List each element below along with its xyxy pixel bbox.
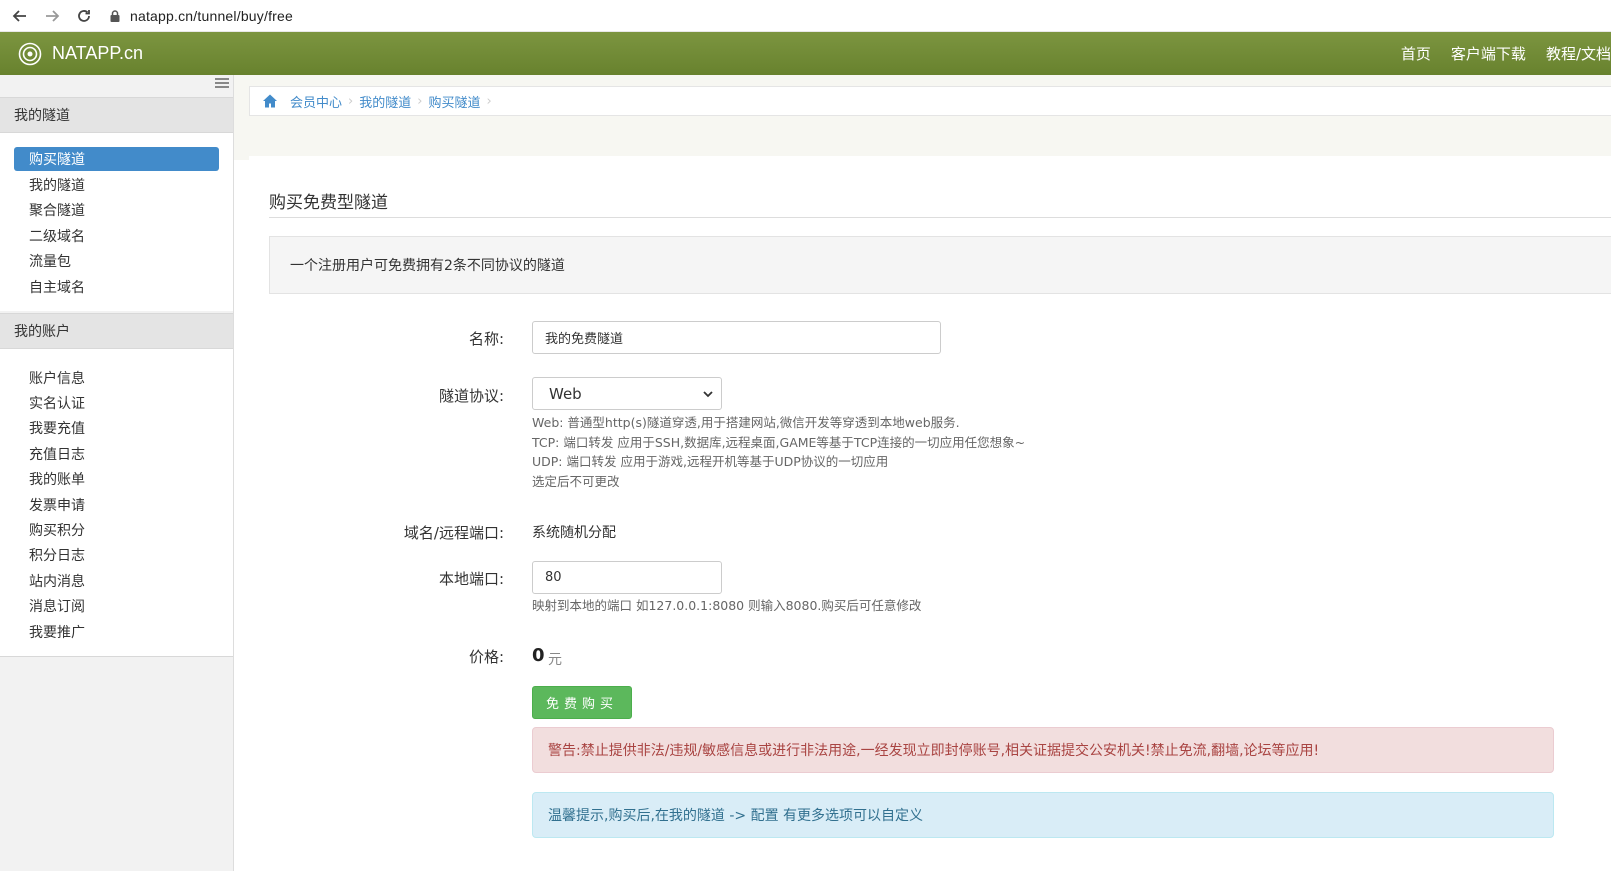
sidebar-item-subscriptions[interactable]: 消息订阅 [14, 594, 219, 619]
chevron-down-icon [703, 391, 713, 398]
breadcrumb-buy-tunnel[interactable]: 购买隧道 [422, 92, 486, 111]
protocol-select[interactable]: Web [532, 377, 722, 410]
reload-icon [78, 9, 90, 22]
nav-link-download[interactable]: 客户端下载 [1451, 43, 1526, 64]
sidebar-item-points-log[interactable]: 积分日志 [14, 543, 219, 568]
brand-link[interactable]: NATAPP.cn [18, 42, 143, 66]
help-line-tcp: TCP: 端口转发 应用于SSH,数据库,远程桌面,GAME等基于TCP连接的一… [532, 434, 1026, 450]
sidebar-item-buy-points[interactable]: 购买积分 [14, 517, 219, 542]
sidebar-section-title: 我的隧道 [0, 97, 233, 133]
lock-icon [110, 9, 120, 22]
price-value: 0 [532, 645, 545, 666]
price-unit: 元 [548, 652, 562, 668]
sidebar-item-my-tunnels[interactable]: 我的隧道 [14, 172, 219, 197]
tip-alert: 温馨提示,购买后,在我的隧道 -> 配置 有更多选项可以自定义 [532, 792, 1554, 838]
breadcrumb-member-center[interactable]: 会员中心 [284, 92, 348, 111]
local-port-input[interactable] [532, 561, 722, 594]
sidebar-list: 账户信息 实名认证 我要充值 充值日志 我的账单 发票申请 购买积分 积分日志 … [0, 349, 233, 657]
sidebar-section-tunnels: 我的隧道 购买隧道 我的隧道 聚合隧道 二级域名 流量包 自主域名 [0, 97, 233, 312]
protocol-label: 隧道协议: [438, 387, 504, 405]
arrow-left-icon [12, 9, 26, 22]
local-port-label: 本地端口: [438, 570, 504, 588]
breadcrumb: 会员中心 › 我的隧道 › 购买隧道 › [249, 86, 1611, 116]
free-buy-button[interactable]: 免费购买 [532, 686, 632, 719]
sidebar-divider [0, 656, 233, 657]
sidebar-item-invoice[interactable]: 发票申请 [14, 492, 219, 517]
address-bar[interactable]: natapp.cn/tunnel/buy/free [108, 3, 293, 29]
warning-alert: 警告:禁止提供非法/违规/敏感信息或进行非法用途,一经发现立即封停账号,相关证据… [532, 727, 1554, 773]
port-help: 映射到本地的端口 如127.0.0.1:8080 则输入8080.购买后可任意修… [532, 598, 922, 613]
intro-well: 一个注册用户可免费拥有2条不同协议的隧道 [269, 236, 1611, 294]
forward-button[interactable] [36, 2, 68, 30]
sidebar-item-recharge[interactable]: 我要充值 [14, 416, 219, 441]
logo-icon [18, 42, 42, 65]
title-divider [269, 217, 1611, 218]
name-label: 名称: [468, 330, 504, 348]
sidebar-item-subdomains[interactable]: 二级域名 [14, 223, 219, 248]
sidebar-item-recharge-log[interactable]: 充值日志 [14, 441, 219, 466]
nav-link-docs[interactable]: 教程/文档 [1546, 43, 1611, 64]
sidebar-section-account: 我的账户 账户信息 实名认证 我要充值 充值日志 我的账单 发票申请 购买积分 … [0, 313, 233, 657]
site-header: NATAPP.cn 首页 客户端下载 教程/文档 [0, 32, 1611, 75]
top-nav-links: 首页 客户端下载 教程/文档 [1381, 32, 1611, 75]
help-line-udp: UDP: 端口转发 应用于游戏,远程开机等基于UDP协议的一切应用 [532, 454, 889, 469]
menu-collapse-icon[interactable] [215, 77, 229, 89]
help-line-note: 选定后不可更改 [532, 473, 620, 489]
sidebar-item-messages[interactable]: 站内消息 [14, 568, 219, 593]
protocol-selected-value: Web [549, 384, 582, 403]
sidebar-item-bills[interactable]: 我的账单 [14, 467, 219, 492]
sidebar-list: 购买隧道 我的隧道 聚合隧道 二级域名 流量包 自主域名 [0, 133, 233, 312]
breadcrumb-separator: › [486, 93, 492, 109]
sidebar-section-title: 我的账户 [0, 313, 233, 349]
home-icon[interactable] [262, 93, 278, 109]
sidebar-item-account-info[interactable]: 账户信息 [14, 365, 219, 390]
sidebar-item-promotion[interactable]: 我要推广 [14, 619, 219, 644]
brand-name: NATAPP.cn [52, 43, 144, 63]
protocol-help: Web: 普通型http(s)隧道穿透,用于搭建网站,微信开发等穿透到本地web… [532, 413, 1025, 491]
browser-toolbar: natapp.cn/tunnel/buy/free [0, 0, 1611, 32]
main-content: 购买免费型隧道 一个注册用户可免费拥有2条不同协议的隧道 名称: 隧道协议: W… [249, 156, 1611, 871]
back-button[interactable] [4, 2, 36, 30]
reload-button[interactable] [68, 2, 100, 30]
domain-label: 域名/远程端口: [403, 524, 504, 542]
sidebar-item-custom-domain[interactable]: 自主域名 [14, 274, 219, 299]
page-title: 购买免费型隧道 [269, 193, 388, 213]
name-input[interactable] [532, 321, 941, 354]
help-line-web: Web: 普通型http(s)隧道穿透,用于搭建网站,微信开发等穿透到本地web… [532, 415, 960, 430]
breadcrumb-my-tunnels[interactable]: 我的隧道 [353, 92, 417, 111]
sidebar-item-traffic-pack[interactable]: 流量包 [14, 249, 219, 274]
price-label: 价格: [468, 648, 504, 666]
nav-link-home[interactable]: 首页 [1401, 43, 1431, 64]
sidebar-item-aggregate-tunnels[interactable]: 聚合隧道 [14, 198, 219, 223]
sidebar: 我的隧道 购买隧道 我的隧道 聚合隧道 二级域名 流量包 自主域名 我的账户 账… [0, 75, 234, 871]
arrow-right-icon [46, 9, 60, 22]
sidebar-item-buy-tunnel[interactable]: 购买隧道 [14, 147, 219, 171]
domain-value: 系统随机分配 [532, 525, 616, 541]
sidebar-item-verification[interactable]: 实名认证 [14, 390, 219, 415]
url-text: natapp.cn/tunnel/buy/free [130, 7, 294, 24]
